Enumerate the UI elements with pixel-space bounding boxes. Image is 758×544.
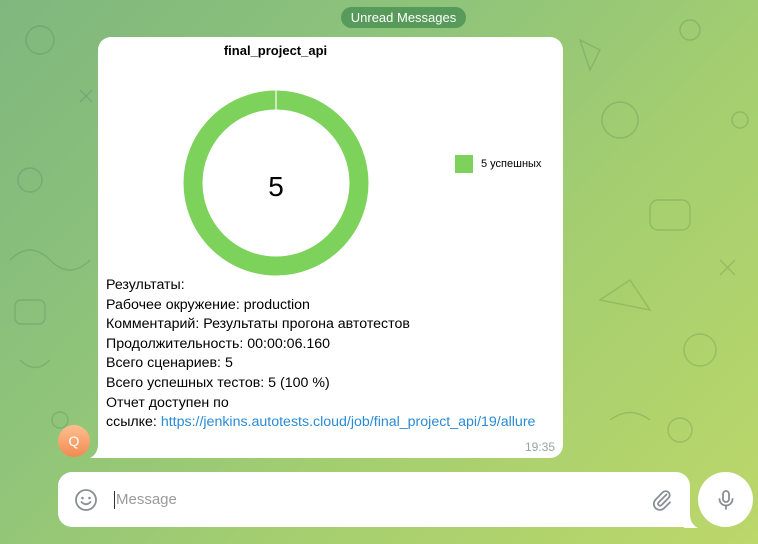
voice-record-button[interactable] xyxy=(698,472,753,527)
microphone-icon xyxy=(718,489,733,510)
message-line: Комментарий: Результаты прогона автотест… xyxy=(106,316,410,333)
message-timestamp: 19:35 xyxy=(524,440,555,454)
unread-messages-pill: Unread Messages xyxy=(341,7,466,28)
message-line: Всего сценариев: 5 xyxy=(106,355,233,372)
smile-icon[interactable] xyxy=(74,488,98,512)
message-input[interactable] xyxy=(116,484,616,514)
sender-avatar[interactable]: Q xyxy=(58,425,90,457)
message-composer[interactable] xyxy=(58,472,690,527)
paperclip-icon[interactable] xyxy=(650,488,674,512)
donut-chart: 5 xyxy=(183,90,369,276)
message-line: Результаты: xyxy=(106,277,185,293)
message-line: Продолжительность: 00:00:06.160 xyxy=(106,335,331,352)
legend-swatch xyxy=(455,155,473,173)
message-bubble[interactable]: final_project_api 5 5 успешных Результат… xyxy=(98,37,563,458)
chart-legend: 5 успешных xyxy=(455,155,541,173)
message-line: Отчет доступен по xyxy=(106,394,229,411)
message-text: Результаты: Рабочее окружение: productio… xyxy=(106,276,556,433)
message-line: Всего успешных тестов: 5 (100 %) xyxy=(106,374,330,391)
chart-title: final_project_api xyxy=(223,43,328,58)
donut-center-value: 5 xyxy=(268,171,284,202)
message-link-line: ссылке: https://jenkins.autotests.cloud/… xyxy=(106,413,556,433)
message-line: Рабочее окружение: production xyxy=(106,296,310,313)
text-cursor xyxy=(114,491,115,509)
allure-report-link[interactable]: https://jenkins.autotests.cloud/job/fina… xyxy=(161,414,536,430)
link-prefix: ссылке: xyxy=(106,414,161,431)
legend-label: 5 успешных xyxy=(481,158,542,170)
